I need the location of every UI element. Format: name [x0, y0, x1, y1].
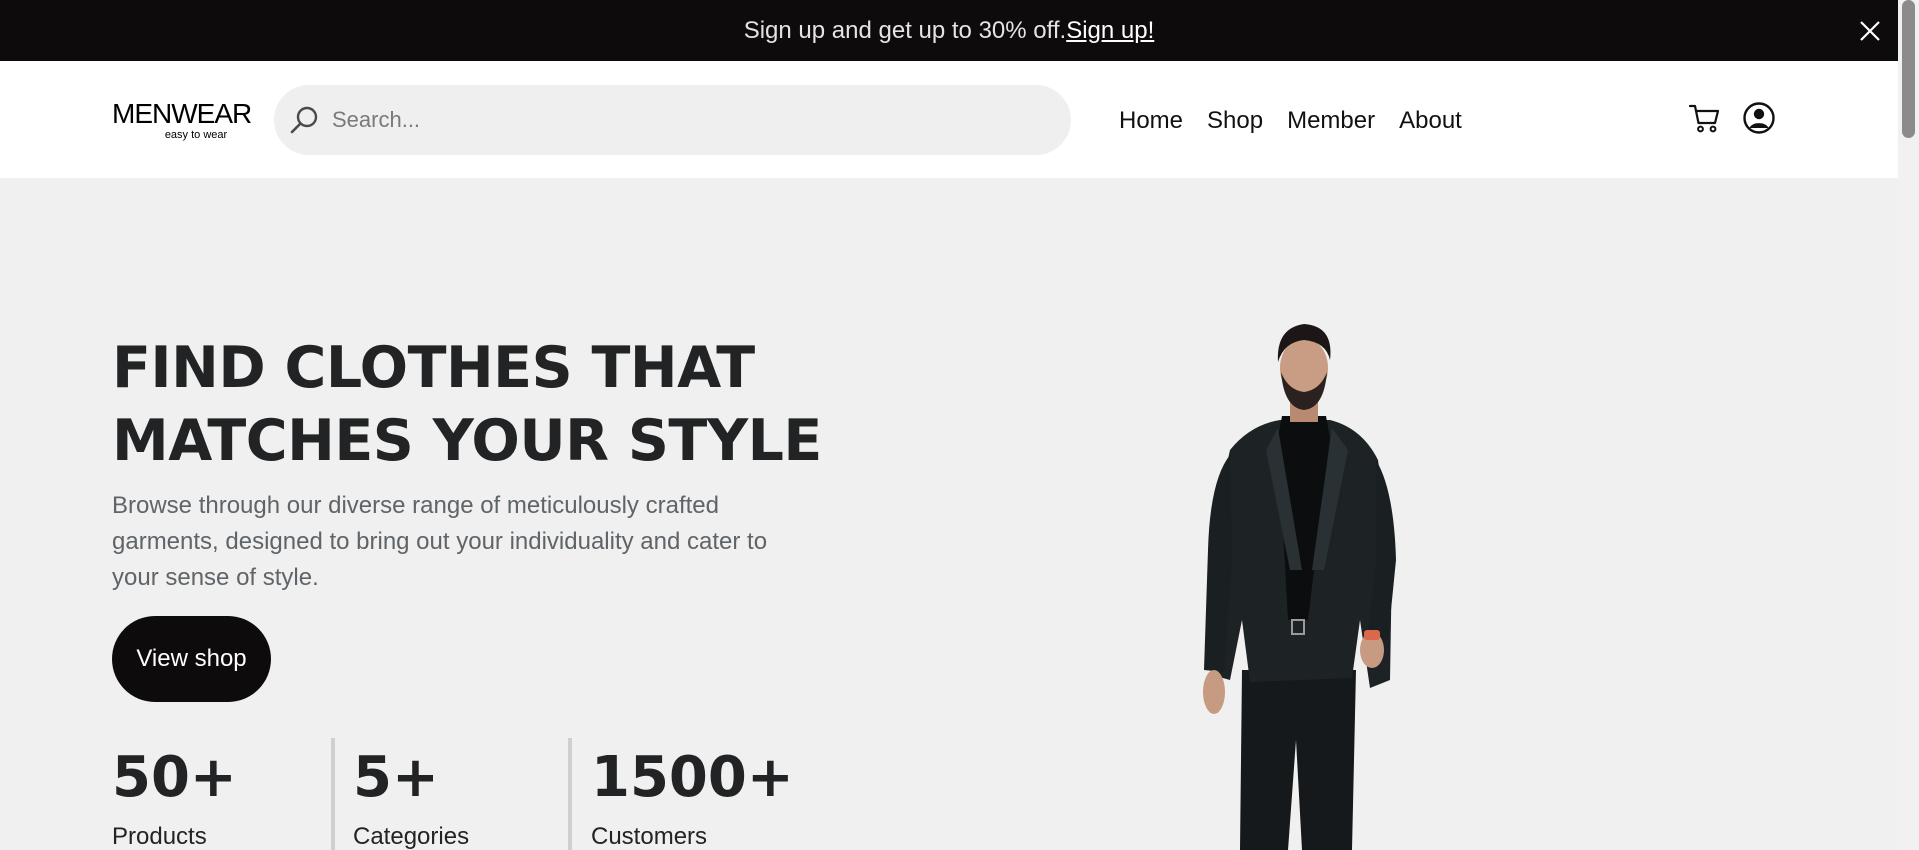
cart-icon[interactable]: [1688, 101, 1722, 135]
hero-title: FIND CLOTHES THAT MATCHES YOUR STYLE: [112, 332, 832, 478]
stat-value: 5+: [353, 745, 439, 810]
logo-text: MENWEAR: [112, 98, 252, 129]
nav-link-shop[interactable]: Shop: [1207, 99, 1263, 143]
promo-text: Sign up and get up to 30% off.: [743, 16, 1067, 44]
close-icon[interactable]: [1856, 17, 1884, 45]
stat-label: Categories: [353, 823, 470, 850]
scrollbar-thumb[interactable]: [1902, 0, 1915, 138]
hero-title-line1: FIND CLOTHES THAT: [112, 335, 755, 401]
hero-description: Browse through our diverse range of meti…: [112, 492, 768, 591]
search-icon[interactable]: [288, 103, 322, 137]
main-menu: Home Shop Member About: [1119, 99, 1462, 143]
nav-link-member[interactable]: Member: [1287, 99, 1375, 143]
stat-label: Customers: [591, 823, 708, 850]
stat-divider: [331, 738, 335, 850]
stat-value: 50+: [112, 745, 237, 810]
stat-label: Products: [112, 823, 207, 850]
logo-tagline: easy to wear: [164, 129, 228, 141]
stat-products: 50+ Products: [112, 738, 237, 850]
stat-customers: 1500+ Customers: [591, 738, 794, 850]
nav-link-home[interactable]: Home: [1119, 99, 1183, 143]
promo-banner: Sign up and get up to 30% off. Sign up!: [0, 0, 1898, 61]
navbar: MENWEAR easy to wear Home Shop Member Ab…: [0, 61, 1898, 178]
view-shop-button[interactable]: View shop: [112, 616, 271, 702]
logo[interactable]: MENWEAR easy to wear: [112, 98, 258, 142]
search-input[interactable]: [332, 107, 1032, 133]
scrollbar[interactable]: [1898, 0, 1919, 850]
stat-divider: [568, 738, 572, 850]
hero-title-line2: MATCHES YOUR STYLE: [112, 408, 822, 474]
search-bar: [274, 85, 1071, 155]
hero-model-image: [1203, 324, 1396, 850]
user-icon[interactable]: [1742, 101, 1776, 135]
signup-link[interactable]: Sign up!: [1066, 17, 1154, 45]
stat-value: 1500+: [591, 745, 794, 810]
nav-link-about[interactable]: About: [1399, 99, 1462, 143]
stat-categories: 5+ Categories: [353, 738, 469, 850]
